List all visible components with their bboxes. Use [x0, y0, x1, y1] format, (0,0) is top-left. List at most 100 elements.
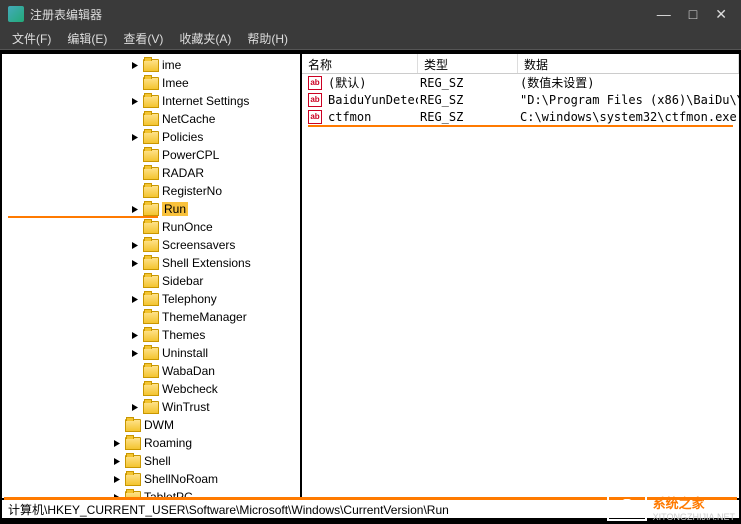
- folder-icon: [143, 257, 159, 270]
- no-expand-icon: [130, 384, 141, 395]
- tree-label: Imee: [162, 76, 189, 90]
- tree-node[interactable]: ThemeManager: [2, 308, 300, 326]
- status-path: 计算机\HKEY_CURRENT_USER\Software\Microsoft…: [8, 501, 449, 518]
- tree-node[interactable]: Policies: [2, 128, 300, 146]
- tree-node[interactable]: Run: [2, 200, 300, 218]
- tree-label: PowerCPL: [162, 148, 219, 162]
- expand-icon[interactable]: [130, 132, 141, 143]
- value-data: "D:\Program Files (x86)\BaiDu\Yun: [518, 93, 739, 107]
- value-name: BaiduYunDetect: [326, 93, 418, 107]
- tree-node[interactable]: Sidebar: [2, 272, 300, 290]
- value-type: REG_SZ: [418, 110, 518, 124]
- no-expand-icon: [130, 186, 141, 197]
- tree-node[interactable]: Roaming: [2, 434, 300, 452]
- folder-icon: [143, 275, 159, 288]
- tree-label: RegisterNo: [162, 184, 222, 198]
- folder-icon: [143, 203, 159, 216]
- tree-label: Sidebar: [162, 274, 203, 288]
- tree-node[interactable]: NetCache: [2, 110, 300, 128]
- no-expand-icon: [130, 168, 141, 179]
- maximize-button[interactable]: □: [689, 6, 697, 23]
- tree-node[interactable]: Themes: [2, 326, 300, 344]
- folder-icon: [143, 293, 159, 306]
- close-button[interactable]: ✕: [715, 6, 727, 23]
- tree-node[interactable]: Shell Extensions: [2, 254, 300, 272]
- tree-node[interactable]: Telephony: [2, 290, 300, 308]
- tree-node[interactable]: Shell: [2, 452, 300, 470]
- tree-node[interactable]: WabaDan: [2, 362, 300, 380]
- tree-label: RunOnce: [162, 220, 213, 234]
- tree-node[interactable]: ShellNoRoam: [2, 470, 300, 488]
- tree-node[interactable]: ime: [2, 56, 300, 74]
- value-data: (数值未设置): [518, 74, 739, 91]
- menu-view[interactable]: 查看(V): [115, 28, 171, 49]
- tree-label: ShellNoRoam: [144, 472, 218, 486]
- column-data[interactable]: 数据: [518, 54, 739, 73]
- tree-label: Themes: [162, 328, 205, 342]
- string-value-icon: ab: [308, 110, 322, 124]
- folder-icon: [143, 239, 159, 252]
- no-expand-icon: [130, 114, 141, 125]
- expand-icon[interactable]: [130, 204, 141, 215]
- tree-label: Run: [162, 202, 188, 216]
- watermark: 系统之家 XITONGZHIJIA.NET: [607, 493, 735, 522]
- tree-node[interactable]: Screensavers: [2, 236, 300, 254]
- tree-node[interactable]: WinTrust: [2, 398, 300, 416]
- menu-help[interactable]: 帮助(H): [239, 28, 296, 49]
- folder-icon: [125, 455, 141, 468]
- expand-icon[interactable]: [130, 402, 141, 413]
- folder-icon: [143, 401, 159, 414]
- value-row[interactable]: ab BaiduYunDetectREG_SZ"D:\Program Files …: [302, 91, 739, 108]
- expand-icon[interactable]: [130, 240, 141, 251]
- tree-node[interactable]: Imee: [2, 74, 300, 92]
- tree-label: RADAR: [162, 166, 204, 180]
- tree-node[interactable]: Uninstall: [2, 344, 300, 362]
- value-list: ab(默认)REG_SZ(数值未设置)abBaiduYunDetectREG_S…: [302, 74, 739, 125]
- menu-edit[interactable]: 编辑(E): [59, 28, 115, 49]
- tree-label: ThemeManager: [162, 310, 247, 324]
- string-value-icon: ab: [308, 76, 322, 90]
- tree-node[interactable]: Internet Settings: [2, 92, 300, 110]
- menu-favorites[interactable]: 收藏夹(A): [171, 28, 239, 49]
- folder-icon: [143, 77, 159, 90]
- list-panel[interactable]: 名称 类型 数据 ab(默认)REG_SZ(数值未设置)abBaiduYunDe…: [302, 54, 739, 498]
- no-expand-icon: [130, 366, 141, 377]
- registry-tree: ime Imee Internet SettingsNetCachePolicies…: [2, 54, 300, 498]
- expand-icon[interactable]: [130, 258, 141, 269]
- column-type[interactable]: 类型: [418, 54, 518, 73]
- expand-icon[interactable]: [130, 294, 141, 305]
- tree-node[interactable]: RADAR: [2, 164, 300, 182]
- tree-label: WabaDan: [162, 364, 215, 378]
- menu-file[interactable]: 文件(F): [4, 28, 59, 49]
- folder-icon: [143, 113, 159, 126]
- expand-icon[interactable]: [112, 474, 123, 485]
- tree-node[interactable]: PowerCPL: [2, 146, 300, 164]
- tree-label: ime: [162, 58, 181, 72]
- expand-icon[interactable]: [112, 438, 123, 449]
- expand-icon[interactable]: [130, 348, 141, 359]
- tree-node[interactable]: RegisterNo: [2, 182, 300, 200]
- tree-node[interactable]: DWM: [2, 416, 300, 434]
- tree-node[interactable]: Webcheck: [2, 380, 300, 398]
- expand-icon[interactable]: [130, 96, 141, 107]
- value-row[interactable]: abctfmonREG_SZC:\windows\system32\ctfmon…: [302, 108, 739, 125]
- folder-icon: [143, 131, 159, 144]
- string-value-icon: ab: [308, 93, 322, 107]
- value-row[interactable]: ab(默认)REG_SZ(数值未设置): [302, 74, 739, 91]
- folder-icon: [143, 221, 159, 234]
- tree-node[interactable]: RunOnce: [2, 218, 300, 236]
- expand-icon[interactable]: [112, 456, 123, 467]
- column-name[interactable]: 名称: [302, 54, 418, 73]
- value-type: REG_SZ: [418, 76, 518, 90]
- expand-icon[interactable]: [130, 60, 141, 71]
- no-expand-icon: [112, 420, 123, 431]
- folder-icon: [143, 365, 159, 378]
- expand-icon[interactable]: [130, 330, 141, 341]
- list-header: 名称 类型 数据: [302, 54, 739, 74]
- minimize-button[interactable]: —: [657, 6, 671, 23]
- folder-icon: [143, 167, 159, 180]
- tree-panel[interactable]: ime Imee Internet SettingsNetCachePolicies…: [2, 54, 302, 498]
- value-type: REG_SZ: [418, 93, 518, 107]
- no-expand-icon: [130, 78, 141, 89]
- no-expand-icon: [130, 222, 141, 233]
